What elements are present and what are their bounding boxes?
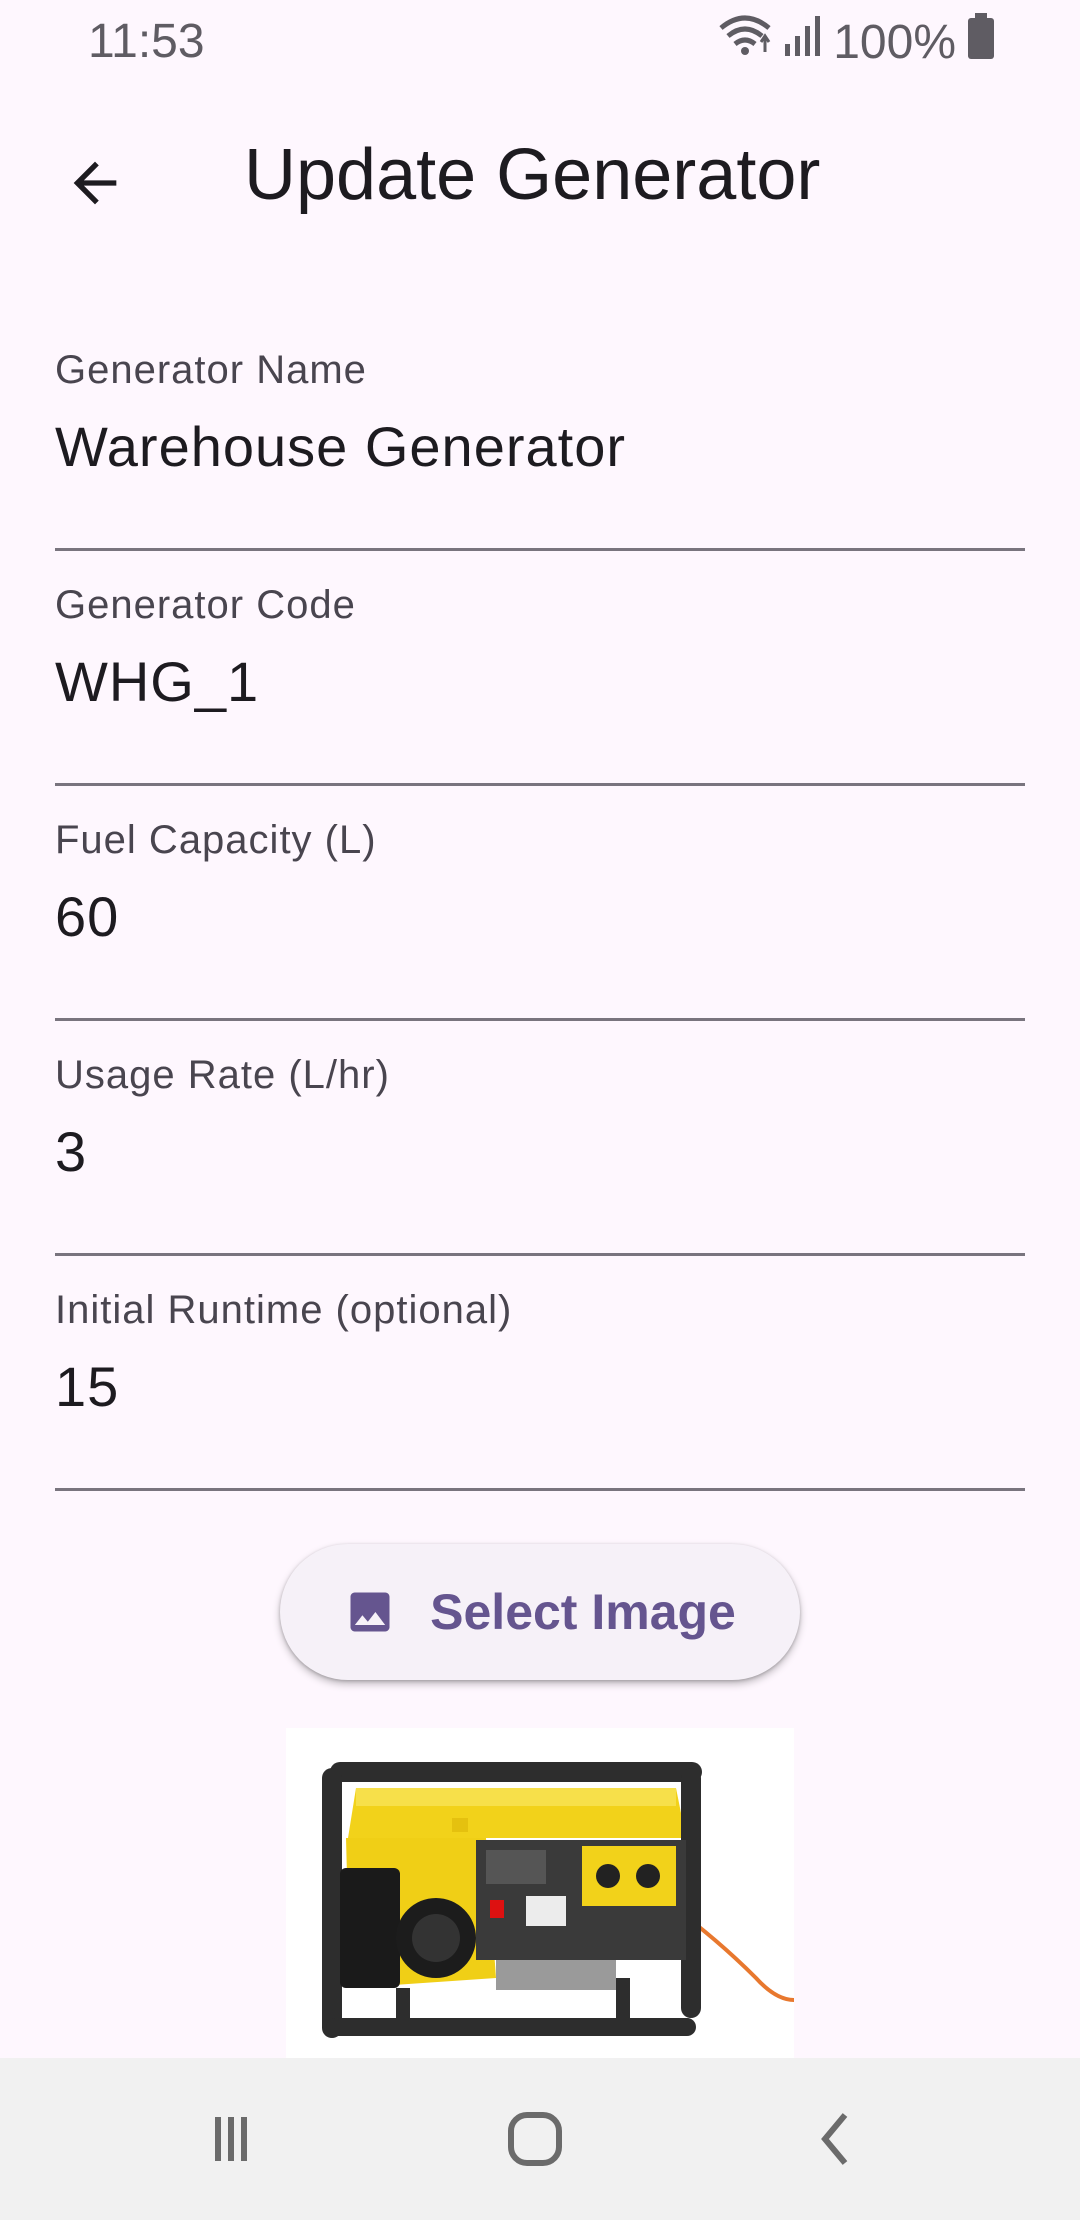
select-image-label: Select Image bbox=[430, 1584, 736, 1640]
app-bar: Update Generator bbox=[0, 110, 1080, 240]
image-icon bbox=[350, 1592, 390, 1632]
generator-name-value[interactable]: Warehouse Generator bbox=[55, 414, 626, 479]
signal-icon bbox=[783, 14, 823, 70]
arrow-back-icon bbox=[73, 161, 117, 205]
usage-rate-value[interactable]: 3 bbox=[55, 1119, 87, 1184]
battery-icon bbox=[966, 13, 996, 71]
recents-button[interactable] bbox=[186, 2094, 276, 2184]
initial-runtime-value[interactable]: 15 bbox=[55, 1354, 119, 1419]
back-button[interactable] bbox=[50, 138, 140, 228]
usage-rate-field[interactable]: Usage Rate (L/hr) 3 bbox=[55, 1053, 1025, 1256]
wifi-icon bbox=[717, 14, 773, 70]
back-nav-button[interactable] bbox=[792, 2094, 882, 2184]
generator-name-field[interactable]: Generator Name Warehouse Generator bbox=[55, 348, 1025, 551]
home-button[interactable] bbox=[490, 2094, 580, 2184]
fuel-capacity-value[interactable]: 60 bbox=[55, 884, 119, 949]
recents-icon bbox=[215, 2117, 247, 2161]
status-bar: 11:53 100% bbox=[0, 0, 1080, 88]
generator-image bbox=[286, 1728, 794, 2058]
generator-code-value[interactable]: WHG_1 bbox=[55, 649, 259, 714]
generator-code-field[interactable]: Generator Code WHG_1 bbox=[55, 583, 1025, 786]
usage-rate-label: Usage Rate (L/hr) bbox=[55, 1053, 390, 1097]
generator-name-label: Generator Name bbox=[55, 348, 367, 392]
battery-text: 100% bbox=[833, 15, 956, 69]
select-image-button[interactable]: Select Image bbox=[280, 1544, 800, 1680]
fuel-capacity-label: Fuel Capacity (L) bbox=[55, 818, 377, 862]
page-title: Update Generator bbox=[244, 135, 821, 215]
home-icon bbox=[508, 2112, 562, 2166]
fuel-capacity-field[interactable]: Fuel Capacity (L) 60 bbox=[55, 818, 1025, 1021]
status-indicators: 100% bbox=[717, 12, 996, 72]
back-nav-icon bbox=[821, 2113, 848, 2165]
status-time: 11:53 bbox=[88, 15, 205, 68]
initial-runtime-label: Initial Runtime (optional) bbox=[55, 1288, 513, 1332]
generator-code-label: Generator Code bbox=[55, 583, 356, 627]
initial-runtime-field[interactable]: Initial Runtime (optional) 15 bbox=[55, 1288, 1025, 1491]
system-nav-bar bbox=[0, 2058, 1080, 2220]
